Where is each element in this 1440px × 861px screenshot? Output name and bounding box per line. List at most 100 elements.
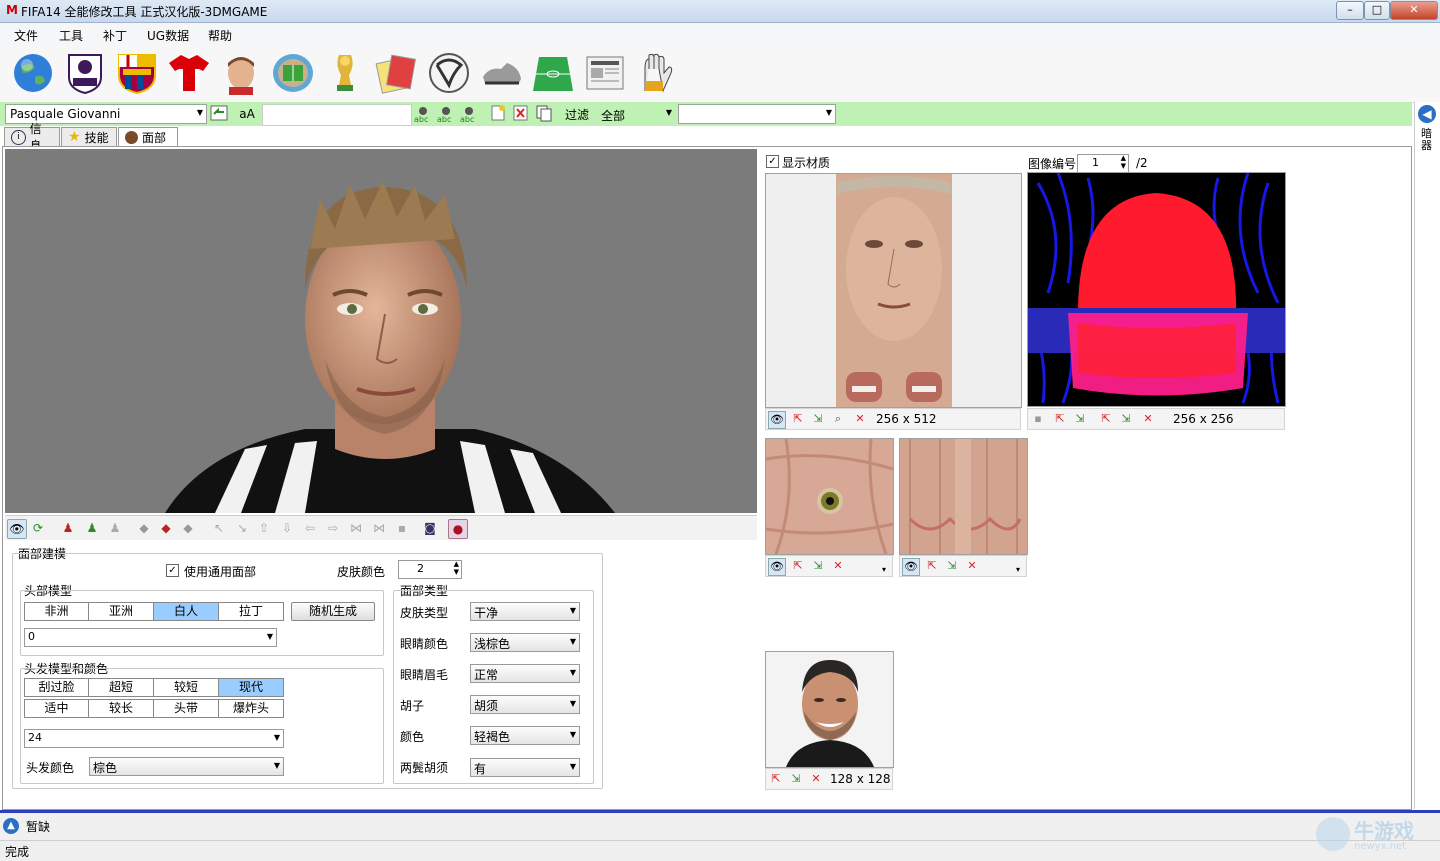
globe-icon[interactable] (10, 50, 56, 96)
abc-next-icon[interactable]: abc (459, 104, 479, 124)
stadium-icon[interactable] (270, 50, 316, 96)
delete-texture-icon[interactable]: ✕ (964, 558, 980, 574)
eye-icon[interactable]: 👁 (902, 558, 920, 576)
import-photo-icon[interactable]: ⇲ (788, 771, 804, 787)
eyebrow-select[interactable]: 正常 ▼ (470, 664, 580, 683)
beard-color-select[interactable]: 轻褐色 ▼ (470, 726, 580, 745)
save-icon[interactable]: ▪ (393, 519, 411, 537)
hair-short[interactable]: 较短 (153, 678, 219, 697)
camera-icon[interactable]: ◙ (421, 519, 439, 537)
maximize-button[interactable]: □ (1364, 1, 1390, 20)
export-alpha-icon[interactable]: ⇱ (1098, 411, 1114, 427)
face-reset-icon[interactable]: ● (448, 519, 468, 539)
hair-headband[interactable]: 头带 (153, 699, 219, 718)
newspaper-icon[interactable] (582, 50, 628, 96)
head-model-african[interactable]: 非洲 (24, 602, 89, 621)
delete-texture-icon[interactable]: ✕ (852, 411, 868, 427)
import-texture-icon[interactable]: ⇲ (944, 558, 960, 574)
expand-icon[interactable]: ▾ (1010, 562, 1026, 578)
export-texture-icon[interactable]: ⇱ (1052, 411, 1068, 427)
export-photo-icon[interactable]: ⇱ (768, 771, 784, 787)
skin-color-spinner[interactable]: 2 ▲ ▼ (398, 560, 462, 579)
new-record-icon[interactable] (488, 104, 508, 124)
hair-export-icon[interactable]: ◆ (135, 519, 153, 537)
secondary-filter-select[interactable]: ▼ (678, 104, 836, 124)
tab-info[interactable]: i 信息 (4, 122, 60, 153)
hair-long[interactable]: 较长 (88, 699, 154, 718)
glove-icon[interactable] (634, 50, 680, 96)
skin-type-select[interactable]: 干净 ▼ (470, 602, 580, 621)
hair-model-select[interactable]: 24 ▼ (24, 729, 284, 748)
head-model-latin[interactable]: 拉丁 (218, 602, 284, 621)
refresh-search-icon[interactable] (209, 104, 229, 124)
menu-tools[interactable]: 工具 (59, 27, 83, 44)
eye-icon[interactable]: 👁 (768, 558, 786, 576)
delete-record-icon[interactable] (511, 104, 531, 124)
head-model-select[interactable]: 0 ▼ (24, 628, 277, 647)
menu-ug-data[interactable]: UG数据 (147, 27, 189, 44)
minimize-button[interactable]: – (1336, 1, 1364, 20)
pitch-icon[interactable] (530, 50, 576, 96)
hair-reset-icon[interactable]: ◆ (179, 519, 197, 537)
hair-modern[interactable]: 现代 (218, 678, 284, 697)
collapse-arrow-icon[interactable]: ◀ (1418, 105, 1436, 123)
tab-face[interactable]: 面部 (118, 127, 178, 147)
random-generate-button[interactable]: 随机生成 (291, 602, 375, 621)
head-model-asian[interactable]: 亚洲 (88, 602, 154, 621)
hair-import-icon[interactable]: ◆ (157, 519, 175, 537)
sideburns-select[interactable]: 有 ▼ (470, 758, 580, 777)
spinner-arrows-icon[interactable]: ▲ ▼ (454, 560, 459, 576)
delete-texture-icon[interactable]: ✕ (1140, 411, 1156, 427)
rotate-down-right-icon[interactable]: ↘ (233, 519, 251, 537)
eye-icon[interactable]: 👁 (768, 411, 786, 429)
case-toggle-button[interactable]: aA (234, 104, 260, 124)
search-input[interactable] (262, 104, 412, 126)
boot-icon[interactable] (478, 50, 524, 96)
hair-color-select[interactable]: 棕色 ▼ (89, 757, 284, 776)
menu-patch[interactable]: 补丁 (103, 27, 127, 44)
head-import-icon[interactable]: ♟ (83, 519, 101, 537)
hair-medium[interactable]: 适中 (24, 699, 89, 718)
head-export-icon[interactable]: ♟ (59, 519, 77, 537)
export-texture-icon[interactable]: ⇱ (790, 558, 806, 574)
delete-photo-icon[interactable]: ✕ (808, 771, 824, 787)
fc-barcelona-icon[interactable] (114, 50, 160, 96)
face-3d-preview[interactable] (5, 149, 757, 513)
abc-prev-icon[interactable]: abc (436, 104, 456, 124)
tab-skills[interactable]: ★ 技能 (61, 127, 117, 146)
expand-icon[interactable]: ▾ (876, 562, 892, 578)
show-texture-checkbox[interactable]: ✓ (766, 155, 779, 168)
arrow-down-icon[interactable]: ⇩ (278, 519, 296, 537)
zoom-out-icon[interactable]: ⋈ (370, 519, 388, 537)
jersey-icon[interactable] (166, 50, 212, 96)
eye-color-select[interactable]: 浅棕色 ▼ (470, 633, 580, 652)
delete-texture-icon[interactable]: ✕ (830, 558, 846, 574)
cards-icon[interactable] (374, 50, 420, 96)
head-reset-icon[interactable]: ♟ (106, 519, 124, 537)
magnify-icon[interactable]: ⌕ (830, 411, 846, 427)
import-texture-icon[interactable]: ⇲ (1072, 411, 1088, 427)
arrow-up-icon[interactable]: ⇧ (255, 519, 273, 537)
export-texture-icon[interactable]: ⇱ (790, 411, 806, 427)
import-alpha-icon[interactable]: ⇲ (1118, 411, 1134, 427)
save-icon[interactable]: ▪ (1030, 411, 1046, 427)
copy-record-icon[interactable] (534, 104, 554, 124)
hair-very-short[interactable]: 超短 (88, 678, 154, 697)
import-texture-icon[interactable]: ⇲ (810, 558, 826, 574)
player-head-icon[interactable] (218, 50, 264, 96)
image-number-spinner[interactable]: 1 ▲ ▼ (1077, 154, 1129, 173)
trophy-icon[interactable] (322, 50, 368, 96)
head-model-caucasian[interactable]: 白人 (153, 602, 219, 621)
arrow-left-icon[interactable]: ⇦ (301, 519, 319, 537)
close-button[interactable]: ✕ (1390, 1, 1438, 20)
ball-icon[interactable] (426, 50, 472, 96)
abc-search-icon[interactable]: abc (413, 104, 433, 124)
rotate-up-left-icon[interactable]: ↖ (210, 519, 228, 537)
export-texture-icon[interactable]: ⇱ (924, 558, 940, 574)
zoom-in-icon[interactable]: ⋈ (347, 519, 365, 537)
spinner-arrows-icon[interactable]: ▲ ▼ (1121, 154, 1126, 170)
use-generic-face-checkbox[interactable]: ✓ (166, 564, 179, 577)
hair-afro[interactable]: 爆炸头 (218, 699, 284, 718)
eye-icon[interactable]: 👁 (7, 519, 27, 539)
beard-select[interactable]: 胡须 ▼ (470, 695, 580, 714)
